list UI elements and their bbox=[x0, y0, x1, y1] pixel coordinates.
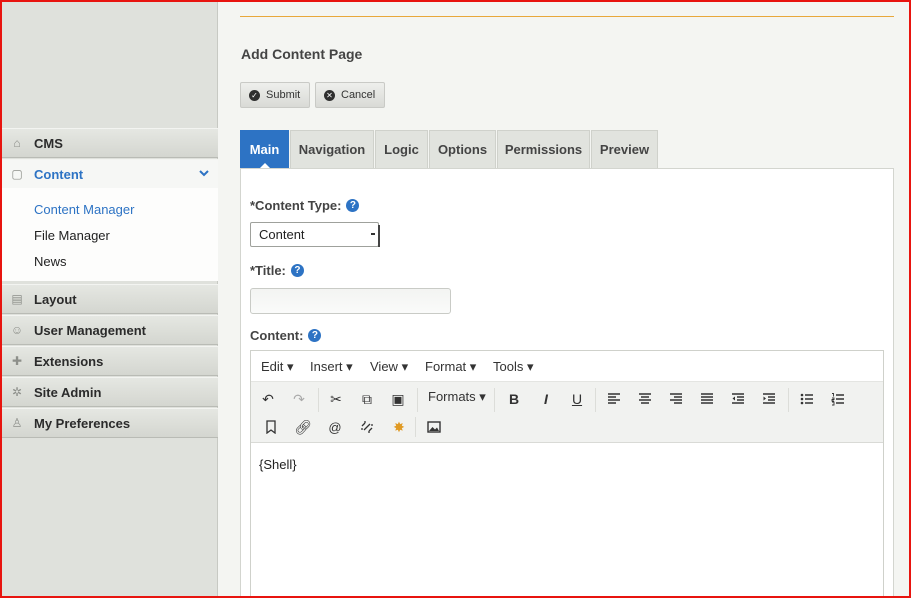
nav-group-label: Site Admin bbox=[34, 384, 102, 400]
sidebar: ⌂ CMS ▢ Content Content Manager File Man… bbox=[2, 2, 218, 596]
tab-preview[interactable]: Preview bbox=[591, 130, 658, 168]
submenu-item-file-manager[interactable]: File Manager bbox=[34, 228, 110, 243]
italic-icon[interactable]: I bbox=[535, 388, 557, 410]
numbered-list-icon[interactable] bbox=[827, 388, 849, 410]
header-divider bbox=[240, 16, 894, 17]
bold-icon[interactable]: B bbox=[503, 388, 525, 410]
tab-navigation[interactable]: Navigation bbox=[290, 130, 374, 168]
align-right-icon[interactable] bbox=[665, 388, 687, 410]
submit-button-label: Submit bbox=[266, 89, 301, 101]
content-type-value: Content bbox=[259, 227, 305, 242]
align-justify-icon[interactable] bbox=[696, 388, 718, 410]
select-edge bbox=[378, 225, 380, 247]
gear-icon: ✲ bbox=[11, 385, 23, 399]
nav-group-content[interactable]: ▢ Content bbox=[2, 159, 218, 189]
title-label: *Title: ? bbox=[250, 263, 304, 278]
bookmark-icon[interactable] bbox=[260, 416, 282, 438]
bullet-list-icon[interactable] bbox=[796, 388, 818, 410]
content-label-text: Content: bbox=[250, 328, 304, 343]
menu-view[interactable]: View ▾ bbox=[370, 359, 408, 375]
nav-group-label: CMS bbox=[34, 135, 63, 151]
tab-main[interactable]: Main bbox=[240, 130, 289, 169]
formats-dropdown[interactable]: Formats ▾ bbox=[428, 389, 486, 405]
puzzle-icon: ✚ bbox=[11, 354, 23, 368]
menu-tools[interactable]: Tools ▾ bbox=[493, 359, 534, 375]
home-icon: ⌂ bbox=[13, 136, 21, 150]
submenu-item-news[interactable]: News bbox=[34, 254, 67, 269]
copy-icon[interactable]: ⧉ bbox=[356, 388, 378, 410]
toolbar-separator bbox=[318, 388, 319, 412]
toolbar-separator bbox=[415, 417, 416, 437]
nav-group-extensions[interactable]: ✚ Extensions bbox=[2, 346, 218, 376]
toolbar-separator bbox=[595, 388, 596, 412]
redo-icon[interactable]: ↷ bbox=[288, 388, 310, 410]
cancel-button-label: Cancel bbox=[341, 89, 376, 101]
nav-group-cms[interactable]: ⌂ CMS bbox=[2, 128, 218, 158]
nav-group-label: Extensions bbox=[34, 353, 104, 369]
page-title: Add Content Page bbox=[241, 46, 363, 62]
title-input[interactable] bbox=[250, 288, 451, 314]
unlink-icon[interactable] bbox=[356, 416, 378, 438]
users-icon: ☺ bbox=[10, 323, 24, 337]
content-submenu: Content Manager File Manager News bbox=[2, 188, 218, 281]
help-icon[interactable]: ? bbox=[308, 329, 322, 342]
rich-text-editor: Edit ▾ Insert ▾ View ▾ Format ▾ Tools ▾ … bbox=[250, 350, 884, 598]
title-label-text: *Title: bbox=[250, 263, 286, 278]
cut-icon[interactable]: ✂ bbox=[325, 388, 347, 410]
toolbar-separator bbox=[494, 388, 495, 412]
toolbar-separator bbox=[788, 388, 789, 412]
nav-group-user-management[interactable]: ☺ User Management bbox=[2, 315, 218, 345]
content-type-select[interactable]: Content bbox=[250, 222, 380, 247]
nav-group-site-admin[interactable]: ✲ Site Admin bbox=[2, 377, 218, 407]
editor-menubar: Edit ▾ Insert ▾ View ▾ Format ▾ Tools ▾ bbox=[251, 351, 883, 382]
nav-group-label: User Management bbox=[34, 322, 146, 338]
toolbar-separator bbox=[417, 388, 418, 412]
tab-permissions[interactable]: Permissions bbox=[497, 130, 590, 168]
cancel-button[interactable]: ✕ Cancel bbox=[315, 82, 385, 108]
user-icon: ♙ bbox=[11, 416, 23, 430]
nav-group-my-preferences[interactable]: ♙ My Preferences bbox=[2, 408, 218, 438]
underline-icon[interactable]: U bbox=[566, 388, 588, 410]
help-icon[interactable]: ? bbox=[290, 264, 304, 277]
undo-icon[interactable]: ↶ bbox=[257, 388, 279, 410]
align-center-icon[interactable] bbox=[634, 388, 656, 410]
outdent-icon[interactable] bbox=[727, 388, 749, 410]
email-link-icon[interactable]: @ bbox=[324, 416, 346, 438]
image-icon[interactable] bbox=[423, 416, 445, 438]
content-type-label-text: *Content Type: bbox=[250, 198, 342, 213]
nav-group-label: Content bbox=[34, 166, 84, 182]
content-label: Content: ? bbox=[250, 328, 322, 343]
menu-edit[interactable]: Edit ▾ bbox=[261, 359, 294, 375]
submenu-item-content-manager[interactable]: Content Manager bbox=[34, 202, 134, 217]
nav-group-label: Layout bbox=[34, 291, 77, 307]
align-left-icon[interactable] bbox=[603, 388, 625, 410]
chevron-down-icon bbox=[199, 170, 209, 177]
menu-format[interactable]: Format ▾ bbox=[425, 359, 476, 375]
page-icon: ▢ bbox=[11, 167, 23, 181]
paste-icon[interactable]: ▣ bbox=[387, 388, 409, 410]
nav-group-label: My Preferences bbox=[34, 415, 131, 431]
cms-link-icon[interactable]: ✸ bbox=[388, 416, 410, 438]
indent-icon[interactable] bbox=[758, 388, 780, 410]
editor-content-area[interactable]: {Shell} bbox=[251, 443, 883, 597]
content-type-label: *Content Type: ? bbox=[250, 198, 360, 213]
layout-icon: ▤ bbox=[11, 292, 23, 306]
tab-logic[interactable]: Logic bbox=[375, 130, 428, 168]
menu-insert[interactable]: Insert ▾ bbox=[310, 359, 353, 375]
check-icon: ✓ bbox=[249, 89, 260, 101]
help-icon[interactable]: ? bbox=[346, 199, 360, 212]
dropdown-caret-icon bbox=[371, 233, 375, 235]
close-icon: ✕ bbox=[324, 89, 335, 101]
submit-button[interactable]: ✓ Submit bbox=[240, 82, 310, 108]
nav-group-layout[interactable]: ▤ Layout bbox=[2, 284, 218, 314]
tab-options[interactable]: Options bbox=[429, 130, 496, 168]
link-icon[interactable]: 🔗︎ bbox=[292, 416, 314, 438]
